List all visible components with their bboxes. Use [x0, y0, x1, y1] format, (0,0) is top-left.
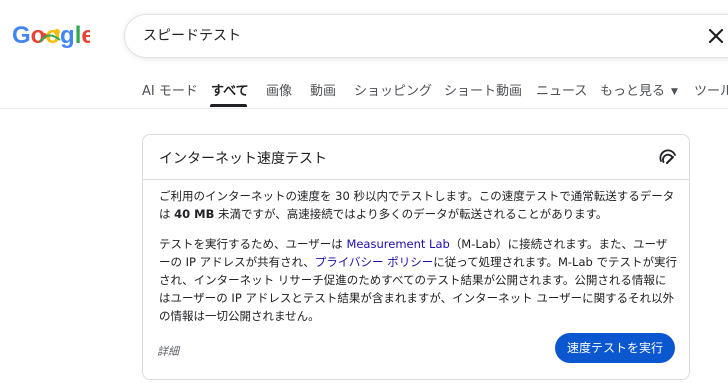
google-logo[interactable]: Google — [12, 18, 90, 52]
tab-more[interactable]: もっと見る ▼ — [600, 80, 678, 99]
privacy-text-1: テストを実行するため、ユーザーは — [159, 237, 347, 251]
run-speed-test-button[interactable]: 速度テストを実行 — [555, 333, 675, 363]
active-tab-indicator — [210, 104, 247, 107]
search-input[interactable]: スピードテスト — [143, 15, 241, 57]
measurement-lab-link[interactable]: Measurement Lab — [346, 237, 449, 251]
tabs-divider — [0, 108, 728, 109]
tab-images[interactable]: 画像 — [266, 80, 292, 99]
chevron-down-icon: ▼ — [671, 87, 678, 97]
close-icon[interactable] — [705, 25, 727, 47]
card-title: インターネット速度テスト — [159, 151, 327, 167]
tab-videos[interactable]: 動画 — [310, 80, 336, 99]
tab-more-label: もっと見る — [600, 84, 666, 99]
search-tabs: AI モード すべて 画像 動画 ショッピング ショート動画 ニュース もっと見… — [0, 72, 728, 108]
card-header: インターネット速度テスト — [143, 135, 689, 180]
privacy-policy-link[interactable]: プライバシー ポリシー — [315, 255, 433, 269]
details-link[interactable]: 詳細 — [157, 343, 179, 359]
tab-all[interactable]: すべて — [211, 80, 249, 99]
tab-short-videos[interactable]: ショート動画 — [444, 80, 522, 99]
search-box[interactable]: スピードテスト — [124, 14, 728, 58]
speed-test-card: インターネット速度テスト ご利用のインターネットの速度を 30 秒以内でテストし… — [142, 134, 690, 380]
privacy-paragraph: テストを実行するため、ユーザーは Measurement Lab（M-Lab）に… — [159, 235, 677, 325]
tab-ai-mode[interactable]: AI モード — [142, 80, 198, 99]
intro-text-2: 未満ですが、高速接続ではより多くのデータが転送されることがあります。 — [214, 207, 608, 221]
speedometer-icon — [659, 149, 676, 164]
intro-paragraph: ご利用のインターネットの速度を 30 秒以内でテストします。この速度テストで通常… — [159, 187, 677, 223]
tab-news[interactable]: ニュース — [536, 80, 587, 99]
data-size: 40 MB — [174, 207, 215, 221]
tab-tools[interactable]: ツール — [694, 80, 728, 99]
tab-shopping[interactable]: ショッピング — [354, 80, 432, 99]
